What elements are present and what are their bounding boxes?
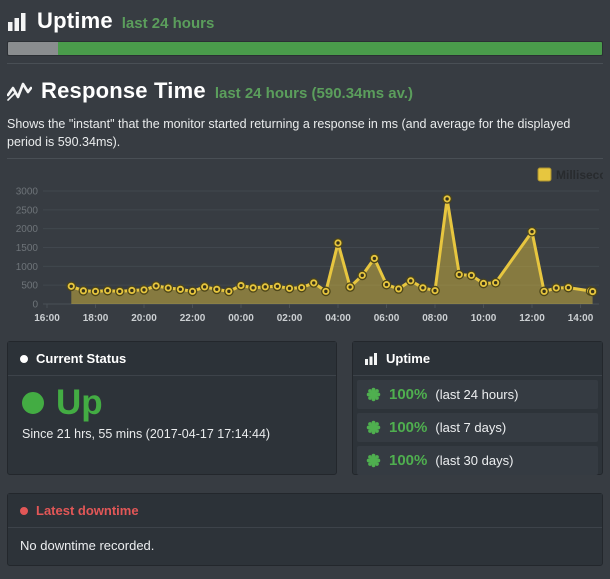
uptime-24h-value: 100% <box>389 386 427 403</box>
section-divider <box>7 63 603 64</box>
uptime-7d-value: 100% <box>389 419 427 436</box>
status-cards-row: Current Status Up Since 21 hrs, 55 mins … <box>7 341 603 475</box>
svg-text:1000: 1000 <box>16 262 39 273</box>
svg-text:12:00: 12:00 <box>519 313 545 324</box>
svg-text:2000: 2000 <box>16 224 39 235</box>
uptime-row-30d: 100% (last 30 days) <box>357 446 598 475</box>
svg-text:22:00: 22:00 <box>180 313 206 324</box>
uptime-30d-value: 100% <box>389 452 427 469</box>
bar-chart-small-icon <box>365 352 378 365</box>
svg-text:10:00: 10:00 <box>471 313 497 324</box>
svg-text:2500: 2500 <box>16 206 39 217</box>
downtime-dot-icon <box>20 507 28 515</box>
uptime-bar-green-segment <box>58 42 602 55</box>
svg-text:04:00: 04:00 <box>325 313 351 324</box>
response-section-subtitle: last 24 hours (590.34ms av.) <box>215 85 413 102</box>
uptime-section-title: Uptime <box>37 8 113 34</box>
up-status-icon <box>22 392 44 414</box>
burst-icon <box>366 420 381 435</box>
svg-text:18:00: 18:00 <box>83 313 109 324</box>
response-time-chart: 0 500 1000 1500 2000 2500 3000 16:00 18:00 20:00 2… <box>7 164 603 328</box>
latest-downtime-card: Latest downtime No downtime recorded. <box>7 493 603 566</box>
uptime-progress-bar <box>7 41 603 56</box>
uptime-row-7d: 100% (last 7 days) <box>357 413 598 442</box>
uptime-rows: 100% (last 24 hours) <box>353 376 602 479</box>
current-status-card-header: Current Status <box>8 342 336 376</box>
uptime-30d-label: (last 30 days) <box>435 453 513 468</box>
svg-text:00:00: 00:00 <box>228 313 254 324</box>
svg-text:3000: 3000 <box>16 187 39 198</box>
burst-icon <box>366 387 381 402</box>
latest-downtime-card-title: Latest downtime <box>36 503 139 518</box>
svg-text:500: 500 <box>21 281 38 292</box>
current-status-card-body: Up Since 21 hrs, 55 mins (2017-04-17 17:… <box>8 376 336 450</box>
svg-text:1500: 1500 <box>16 243 39 254</box>
svg-text:14:00: 14:00 <box>568 313 594 324</box>
response-description: Shows the "instant" that the monitor sta… <box>7 115 603 151</box>
uptime-7d-label: (last 7 days) <box>435 420 506 435</box>
up-status-label: Up <box>56 385 103 420</box>
current-status-card-title: Current Status <box>36 351 126 366</box>
line-chart-icon <box>7 80 32 102</box>
uptime-summary-card-header: Uptime <box>353 342 602 376</box>
uptime-bar-gray-segment <box>8 42 58 55</box>
current-status-card: Current Status Up Since 21 hrs, 55 mins … <box>7 341 337 475</box>
status-since-text: Since 21 hrs, 55 mins (2017-04-17 17:14:… <box>22 427 322 441</box>
uptime-24h-label: (last 24 hours) <box>435 387 518 402</box>
svg-text:16:00: 16:00 <box>34 313 60 324</box>
uptime-section-header: Uptime last 24 hours <box>7 8 603 34</box>
latest-downtime-body: No downtime recorded. <box>8 528 602 565</box>
uptime-summary-card: Uptime <box>352 341 603 475</box>
uptime-summary-card-title: Uptime <box>386 351 430 366</box>
dashboard: Uptime last 24 hours Response Time last … <box>0 0 610 566</box>
svg-text:Milliseconds: Milliseconds <box>556 168 603 182</box>
svg-text:06:00: 06:00 <box>374 313 400 324</box>
svg-text:02:00: 02:00 <box>277 313 303 324</box>
response-section-title: Response Time <box>41 78 206 104</box>
uptime-section-subtitle: last 24 hours <box>122 15 215 32</box>
latest-downtime-card-header: Latest downtime <box>8 494 602 528</box>
bar-chart-icon <box>7 11 28 32</box>
svg-text:08:00: 08:00 <box>422 313 448 324</box>
burst-icon <box>366 453 381 468</box>
response-time-chart-svg: 0 500 1000 1500 2000 2500 3000 16:00 18:00 20:00 2… <box>7 164 603 328</box>
svg-text:0: 0 <box>32 300 38 311</box>
response-section-header: Response Time last 24 hours (590.34ms av… <box>7 78 603 104</box>
status-dot-icon <box>20 355 28 363</box>
section-divider-2 <box>7 158 603 159</box>
svg-text:20:00: 20:00 <box>131 313 157 324</box>
uptime-row-24h: 100% (last 24 hours) <box>357 380 598 409</box>
